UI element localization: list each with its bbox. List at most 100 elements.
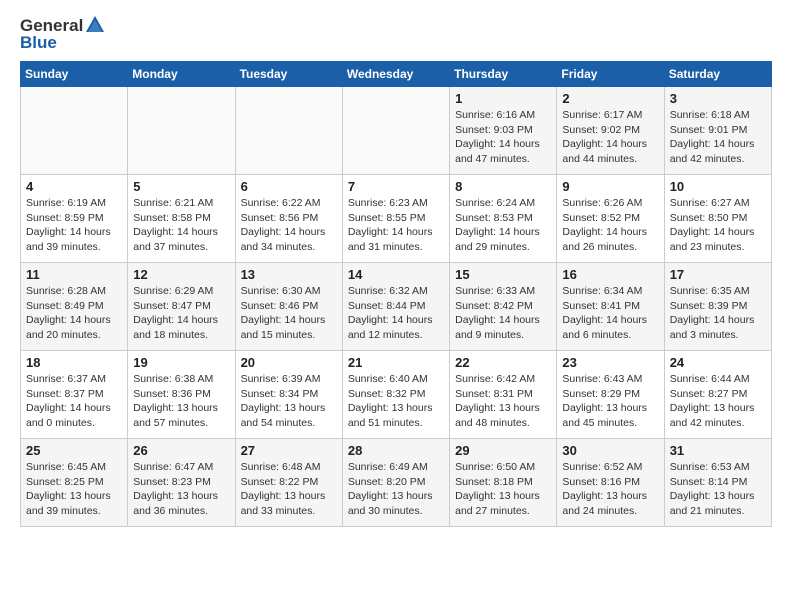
calendar-cell (342, 87, 449, 175)
day-number: 22 (455, 355, 551, 370)
day-info: Sunrise: 6:27 AM Sunset: 8:50 PM Dayligh… (670, 196, 766, 255)
day-number: 15 (455, 267, 551, 282)
logo-blue: Blue (20, 33, 106, 53)
day-number: 23 (562, 355, 658, 370)
calendar-cell: 12 Sunrise: 6:29 AM Sunset: 8:47 PM Dayli… (128, 263, 235, 351)
day-number: 1 (455, 91, 551, 106)
calendar-cell: 24 Sunrise: 6:44 AM Sunset: 8:27 PM Dayli… (664, 351, 771, 439)
calendar-week-5: 25 Sunrise: 6:45 AM Sunset: 8:25 PM Dayli… (21, 439, 772, 527)
day-info: Sunrise: 6:48 AM Sunset: 8:22 PM Dayligh… (241, 460, 337, 519)
calendar-cell: 14 Sunrise: 6:32 AM Sunset: 8:44 PM Dayli… (342, 263, 449, 351)
col-header-saturday: Saturday (664, 62, 771, 87)
header: General Blue (20, 16, 772, 53)
day-number: 16 (562, 267, 658, 282)
calendar-week-1: 1 Sunrise: 6:16 AM Sunset: 9:03 PM Daylig… (21, 87, 772, 175)
day-info: Sunrise: 6:47 AM Sunset: 8:23 PM Dayligh… (133, 460, 229, 519)
calendar-cell (21, 87, 128, 175)
calendar-cell: 7 Sunrise: 6:23 AM Sunset: 8:55 PM Daylig… (342, 175, 449, 263)
day-number: 14 (348, 267, 444, 282)
col-header-tuesday: Tuesday (235, 62, 342, 87)
day-info: Sunrise: 6:50 AM Sunset: 8:18 PM Dayligh… (455, 460, 551, 519)
day-info: Sunrise: 6:24 AM Sunset: 8:53 PM Dayligh… (455, 196, 551, 255)
calendar-cell: 2Sunrise: 6:17 AM Sunset: 9:02 PM Daylig… (557, 87, 664, 175)
day-number: 3 (670, 91, 766, 106)
day-info: Sunrise: 6:19 AM Sunset: 8:59 PM Dayligh… (26, 196, 122, 255)
calendar-cell (128, 87, 235, 175)
day-info: Sunrise: 6:26 AM Sunset: 8:52 PM Dayligh… (562, 196, 658, 255)
calendar-cell: 9 Sunrise: 6:26 AM Sunset: 8:52 PM Daylig… (557, 175, 664, 263)
day-info: Sunrise: 6:37 AM Sunset: 8:37 PM Dayligh… (26, 372, 122, 431)
calendar-cell: 21Sunrise: 6:40 AM Sunset: 8:32 PM Dayli… (342, 351, 449, 439)
day-info: Sunrise: 6:30 AM Sunset: 8:46 PM Dayligh… (241, 284, 337, 343)
day-info: Sunrise: 6:43 AM Sunset: 8:29 PM Dayligh… (562, 372, 658, 431)
calendar-cell: 6Sunrise: 6:22 AM Sunset: 8:56 PM Daylig… (235, 175, 342, 263)
day-number: 9 (562, 179, 658, 194)
col-header-monday: Monday (128, 62, 235, 87)
calendar-cell: 11 Sunrise: 6:28 AM Sunset: 8:49 PM Dayli… (21, 263, 128, 351)
calendar-cell: 27 Sunrise: 6:48 AM Sunset: 8:22 PM Dayli… (235, 439, 342, 527)
calendar-cell: 16 Sunrise: 6:34 AM Sunset: 8:41 PM Dayli… (557, 263, 664, 351)
day-number: 29 (455, 443, 551, 458)
day-number: 17 (670, 267, 766, 282)
calendar-cell: 30 Sunrise: 6:52 AM Sunset: 8:16 PM Dayli… (557, 439, 664, 527)
day-info: Sunrise: 6:16 AM Sunset: 9:03 PM Dayligh… (455, 108, 551, 167)
day-number: 5 (133, 179, 229, 194)
day-number: 18 (26, 355, 122, 370)
day-number: 20 (241, 355, 337, 370)
calendar-cell: 20Sunrise: 6:39 AM Sunset: 8:34 PM Dayli… (235, 351, 342, 439)
calendar-header-row: SundayMondayTuesdayWednesdayThursdayFrid… (21, 62, 772, 87)
calendar-table: SundayMondayTuesdayWednesdayThursdayFrid… (20, 61, 772, 527)
day-number: 12 (133, 267, 229, 282)
day-info: Sunrise: 6:23 AM Sunset: 8:55 PM Dayligh… (348, 196, 444, 255)
day-info: Sunrise: 6:38 AM Sunset: 8:36 PM Dayligh… (133, 372, 229, 431)
day-number: 28 (348, 443, 444, 458)
day-info: Sunrise: 6:34 AM Sunset: 8:41 PM Dayligh… (562, 284, 658, 343)
calendar-cell: 22Sunrise: 6:42 AM Sunset: 8:31 PM Dayli… (450, 351, 557, 439)
col-header-wednesday: Wednesday (342, 62, 449, 87)
day-info: Sunrise: 6:40 AM Sunset: 8:32 PM Dayligh… (348, 372, 444, 431)
day-info: Sunrise: 6:18 AM Sunset: 9:01 PM Dayligh… (670, 108, 766, 167)
day-info: Sunrise: 6:32 AM Sunset: 8:44 PM Dayligh… (348, 284, 444, 343)
day-info: Sunrise: 6:29 AM Sunset: 8:47 PM Dayligh… (133, 284, 229, 343)
calendar-cell: 15 Sunrise: 6:33 AM Sunset: 8:42 PM Dayli… (450, 263, 557, 351)
day-number: 24 (670, 355, 766, 370)
day-number: 7 (348, 179, 444, 194)
col-header-friday: Friday (557, 62, 664, 87)
day-number: 2 (562, 91, 658, 106)
col-header-thursday: Thursday (450, 62, 557, 87)
day-number: 8 (455, 179, 551, 194)
day-number: 25 (26, 443, 122, 458)
calendar-cell (235, 87, 342, 175)
day-number: 30 (562, 443, 658, 458)
calendar-cell: 19 Sunrise: 6:38 AM Sunset: 8:36 PM Dayli… (128, 351, 235, 439)
calendar-cell: 5Sunrise: 6:21 AM Sunset: 8:58 PM Daylig… (128, 175, 235, 263)
day-number: 26 (133, 443, 229, 458)
day-number: 4 (26, 179, 122, 194)
day-number: 11 (26, 267, 122, 282)
calendar-week-2: 4 Sunrise: 6:19 AM Sunset: 8:59 PM Daylig… (21, 175, 772, 263)
day-info: Sunrise: 6:49 AM Sunset: 8:20 PM Dayligh… (348, 460, 444, 519)
calendar-cell: 10 Sunrise: 6:27 AM Sunset: 8:50 PM Dayli… (664, 175, 771, 263)
calendar-cell: 1 Sunrise: 6:16 AM Sunset: 9:03 PM Daylig… (450, 87, 557, 175)
calendar-cell: 17 Sunrise: 6:35 AM Sunset: 8:39 PM Dayli… (664, 263, 771, 351)
day-info: Sunrise: 6:33 AM Sunset: 8:42 PM Dayligh… (455, 284, 551, 343)
calendar-cell: 26 Sunrise: 6:47 AM Sunset: 8:23 PM Dayli… (128, 439, 235, 527)
day-number: 19 (133, 355, 229, 370)
calendar-cell: 29 Sunrise: 6:50 AM Sunset: 8:18 PM Dayli… (450, 439, 557, 527)
calendar-cell: 4 Sunrise: 6:19 AM Sunset: 8:59 PM Daylig… (21, 175, 128, 263)
calendar-week-3: 11 Sunrise: 6:28 AM Sunset: 8:49 PM Dayli… (21, 263, 772, 351)
calendar-cell: 13Sunrise: 6:30 AM Sunset: 8:46 PM Dayli… (235, 263, 342, 351)
calendar-week-4: 18 Sunrise: 6:37 AM Sunset: 8:37 PM Dayli… (21, 351, 772, 439)
day-number: 10 (670, 179, 766, 194)
calendar-cell: 28 Sunrise: 6:49 AM Sunset: 8:20 PM Dayli… (342, 439, 449, 527)
day-info: Sunrise: 6:44 AM Sunset: 8:27 PM Dayligh… (670, 372, 766, 431)
day-info: Sunrise: 6:45 AM Sunset: 8:25 PM Dayligh… (26, 460, 122, 519)
day-info: Sunrise: 6:22 AM Sunset: 8:56 PM Dayligh… (241, 196, 337, 255)
calendar-cell: 3 Sunrise: 6:18 AM Sunset: 9:01 PM Daylig… (664, 87, 771, 175)
day-info: Sunrise: 6:52 AM Sunset: 8:16 PM Dayligh… (562, 460, 658, 519)
day-info: Sunrise: 6:53 AM Sunset: 8:14 PM Dayligh… (670, 460, 766, 519)
day-info: Sunrise: 6:35 AM Sunset: 8:39 PM Dayligh… (670, 284, 766, 343)
day-info: Sunrise: 6:28 AM Sunset: 8:49 PM Dayligh… (26, 284, 122, 343)
calendar-cell: 25 Sunrise: 6:45 AM Sunset: 8:25 PM Dayli… (21, 439, 128, 527)
day-number: 27 (241, 443, 337, 458)
